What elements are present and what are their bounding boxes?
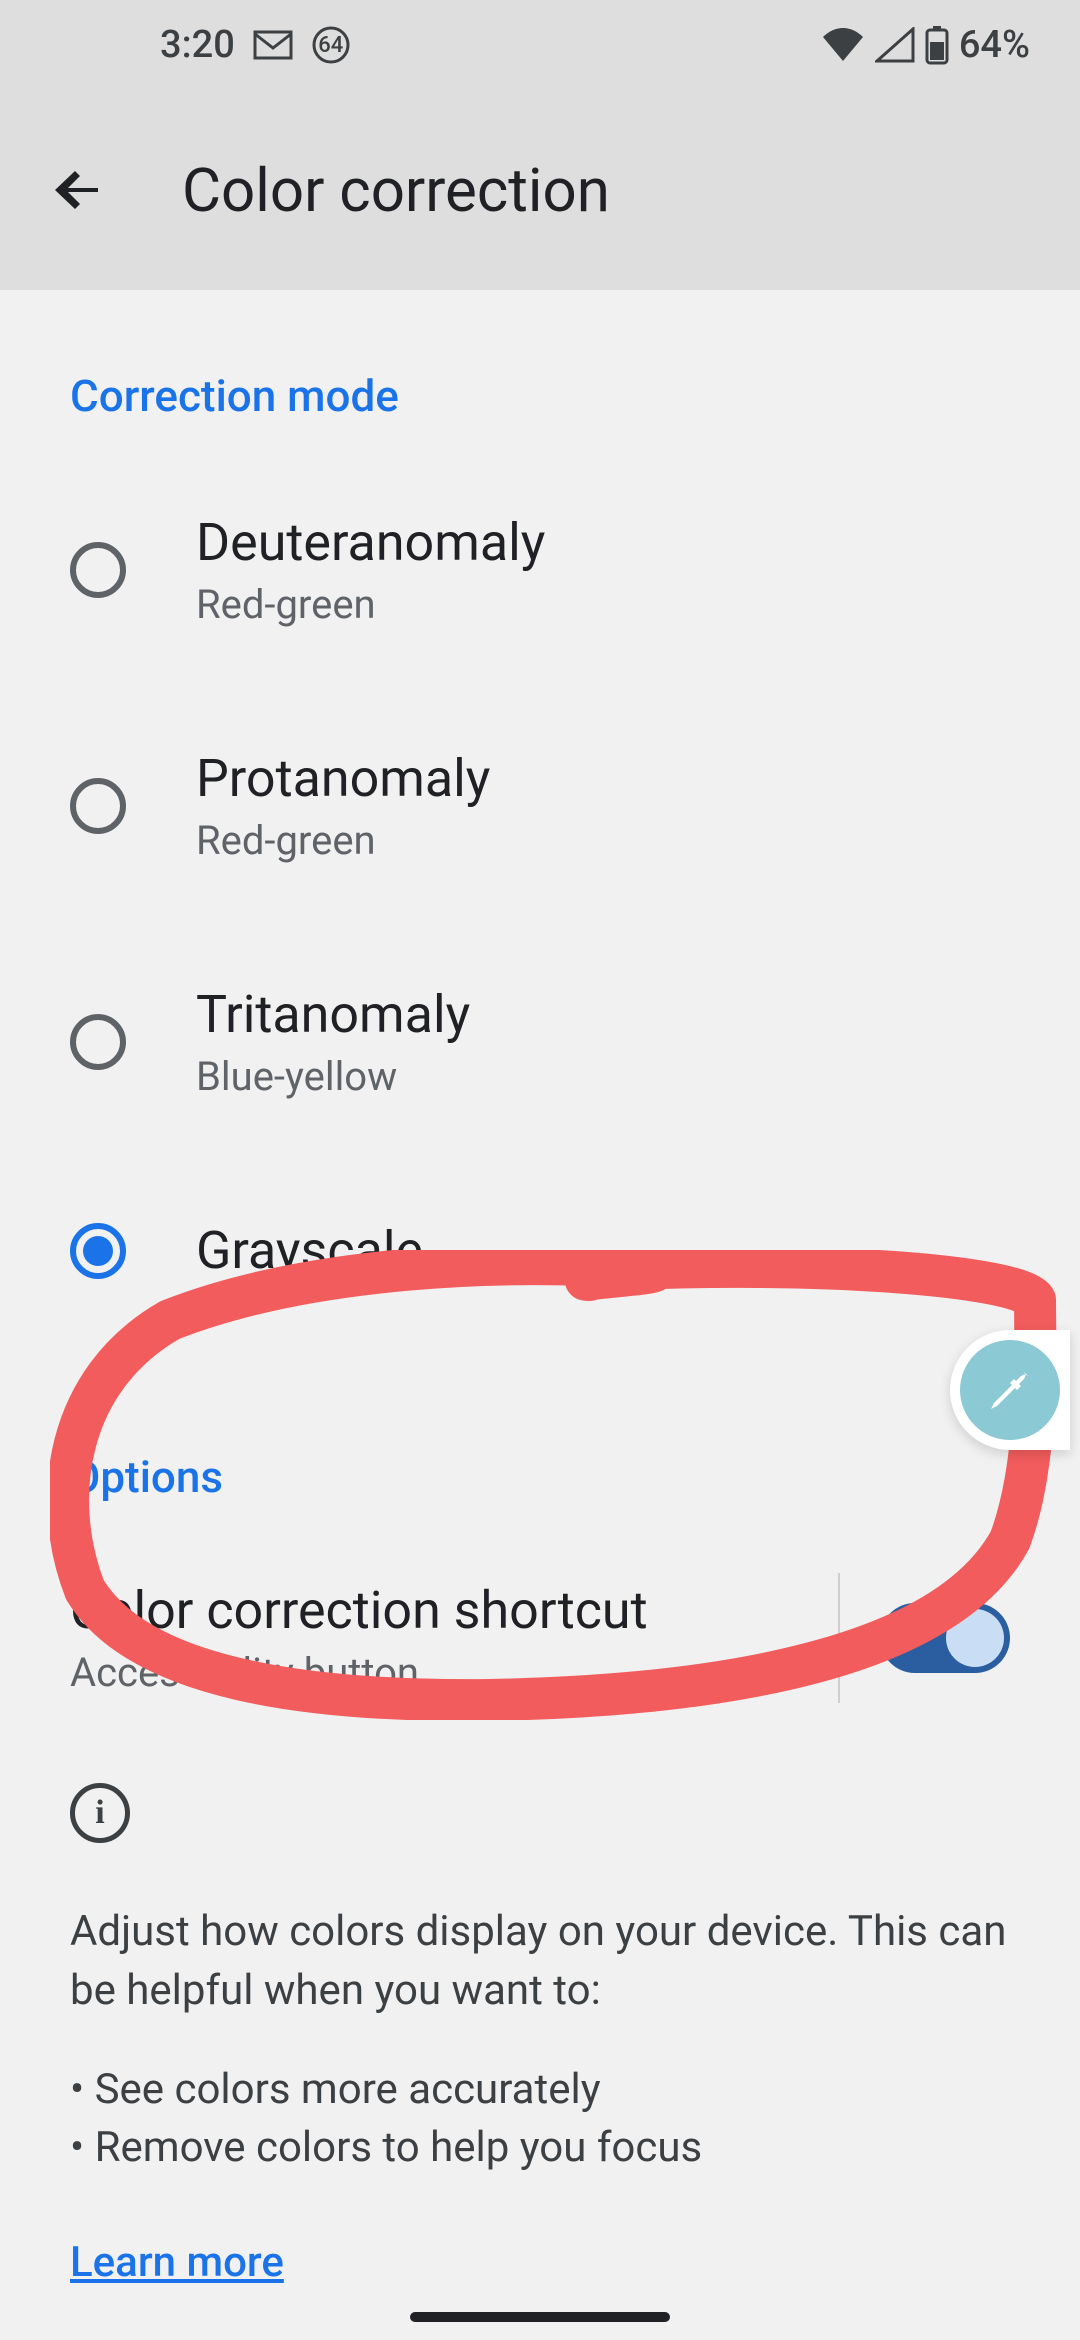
content: Correction mode Deuteranomaly Red-green …	[0, 290, 1080, 2287]
nav-handle[interactable]	[410, 2312, 670, 2322]
radio-texts: Grayscale	[196, 1220, 423, 1281]
fab-inner	[960, 1340, 1060, 1440]
option-texts: Color correction shortcut Accessibility …	[70, 1580, 648, 1696]
radio-subtitle: Red-green	[196, 817, 490, 864]
radio-grayscale[interactable]: Grayscale	[70, 1160, 1010, 1341]
radio-icon	[70, 542, 126, 598]
radio-title: Protanomaly	[196, 748, 490, 809]
radio-subtitle: Red-green	[196, 581, 545, 628]
radio-title: Grayscale	[196, 1220, 423, 1281]
radio-title: Deuteranomaly	[196, 512, 545, 573]
section-options: Options	[70, 1341, 1010, 1533]
radio-icon	[70, 1014, 126, 1070]
radio-tritanomaly[interactable]: Tritanomaly Blue-yellow	[70, 924, 1010, 1160]
radio-title: Tritanomaly	[196, 984, 470, 1045]
learn-more-link[interactable]: Learn more	[70, 2238, 284, 2287]
bullets: • See colors more accurately • Remove co…	[70, 2041, 1010, 2199]
status-right: 64%	[821, 23, 1030, 67]
bullet-item: • Remove colors to help you focus	[70, 2119, 1010, 2178]
section-correction-mode: Correction mode	[70, 290, 1010, 452]
radio-texts: Protanomaly Red-green	[196, 748, 490, 864]
bullet-text: See colors more accurately	[95, 2065, 601, 2114]
battery-icon	[925, 25, 949, 65]
radio-deuteranomaly[interactable]: Deuteranomaly Red-green	[70, 452, 1010, 688]
battery-percent: 64%	[959, 23, 1030, 67]
status-time: 3:20	[160, 23, 235, 67]
color-correction-shortcut-row[interactable]: Color correction shortcut Accessibility …	[70, 1533, 1010, 1743]
cell-signal-icon	[875, 27, 915, 63]
arrow-left-icon	[50, 160, 110, 220]
vertical-divider	[838, 1573, 840, 1703]
radio-icon-selected	[70, 1223, 126, 1279]
bullet-text: Remove colors to help you focus	[95, 2123, 703, 2172]
option-title: Color correction shortcut	[70, 1580, 648, 1641]
radio-icon	[70, 778, 126, 834]
description-text: Adjust how colors display on your device…	[70, 1873, 1010, 2041]
radio-dot-icon	[83, 1236, 113, 1266]
radio-texts: Tritanomaly Blue-yellow	[196, 984, 470, 1100]
shortcut-toggle[interactable]	[880, 1603, 1010, 1673]
page-title: Color correction	[182, 155, 610, 226]
gmail-badge-count: 64	[318, 33, 344, 58]
eyedropper-icon	[985, 1365, 1035, 1415]
radio-protanomaly[interactable]: Protanomaly Red-green	[70, 688, 1010, 924]
switch-thumb-icon	[946, 1609, 1004, 1667]
info-row: i	[70, 1743, 1010, 1873]
radio-texts: Deuteranomaly Red-green	[196, 512, 545, 628]
info-icon: i	[70, 1783, 130, 1843]
status-bar: 3:20 64 64%	[0, 0, 1080, 90]
accessibility-fab[interactable]	[950, 1330, 1070, 1450]
gmail-badge-icon: 64	[311, 25, 377, 65]
radio-subtitle: Blue-yellow	[196, 1053, 470, 1100]
app-bar: Color correction	[0, 90, 1080, 290]
back-button[interactable]	[50, 160, 110, 220]
wifi-icon	[821, 27, 865, 63]
bullet-item: • See colors more accurately	[70, 2061, 1010, 2120]
gmail-icon	[253, 30, 293, 60]
status-left: 3:20 64	[160, 23, 377, 67]
option-subtitle: Accessibility button	[70, 1649, 648, 1696]
